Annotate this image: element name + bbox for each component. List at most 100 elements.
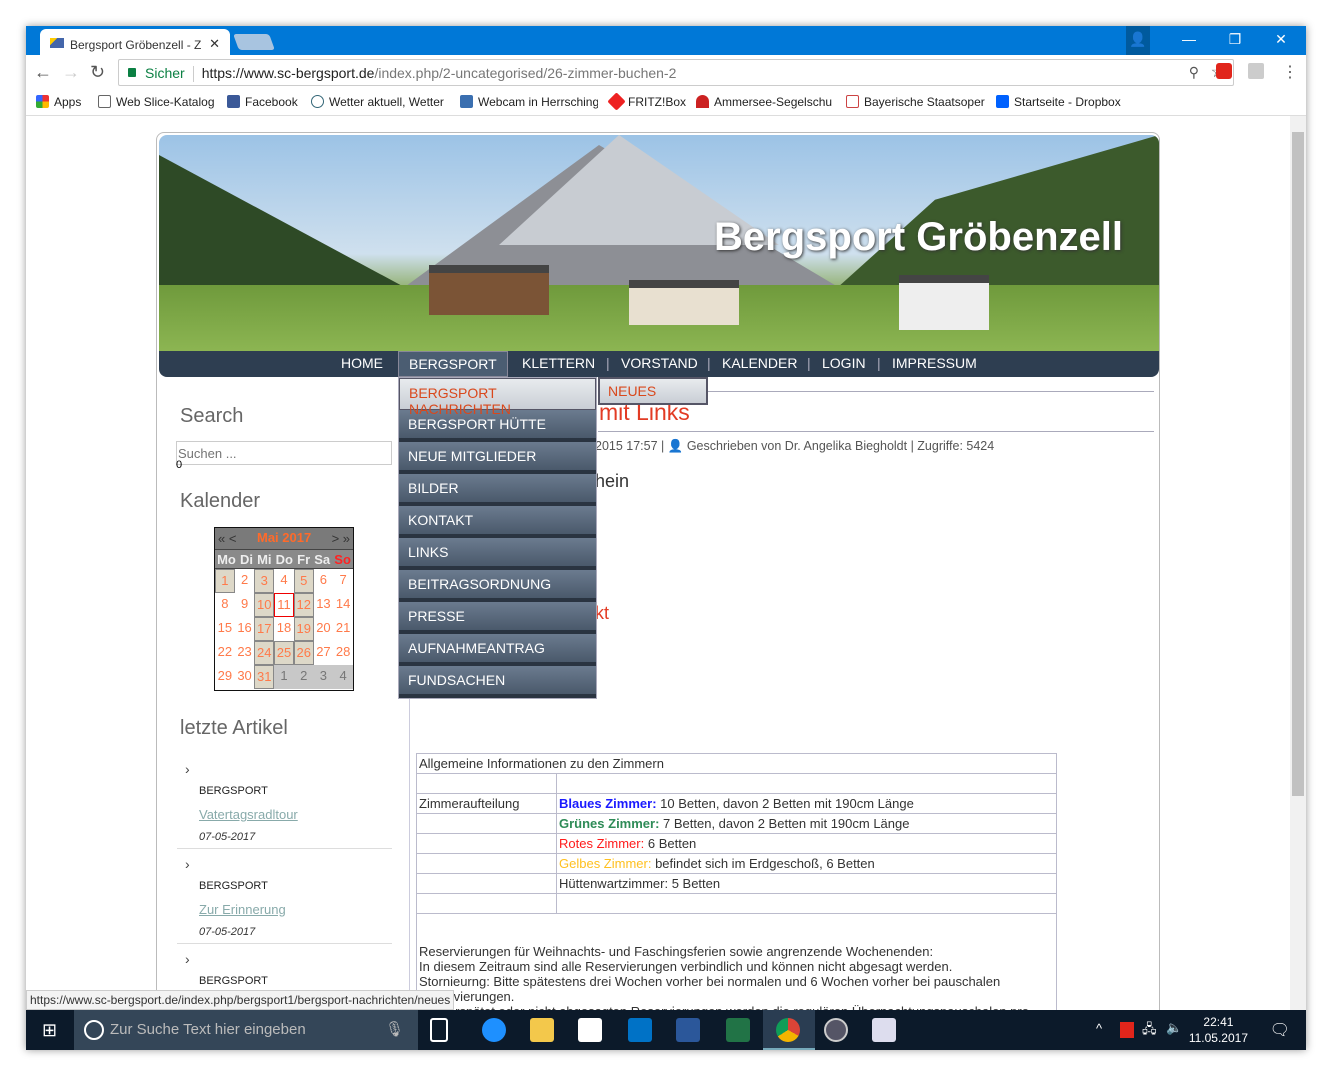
- edge-icon[interactable]: [482, 1018, 506, 1042]
- app-icon[interactable]: [872, 1018, 896, 1042]
- address-bar[interactable]: Sicher https://www.sc-bergsport.de/index.…: [118, 59, 1234, 86]
- maximize-button[interactable]: ❐: [1212, 26, 1258, 55]
- key-icon[interactable]: ⚲: [1189, 64, 1199, 81]
- calendar-day[interactable]: 29: [215, 665, 235, 689]
- clock[interactable]: 22:41 11.05.2017: [1189, 1014, 1248, 1046]
- calendar-day[interactable]: 11: [274, 593, 294, 617]
- vpn-icon[interactable]: [824, 1018, 848, 1042]
- calendar-day[interactable]: 4: [333, 665, 353, 689]
- calendar-day[interactable]: 20: [314, 617, 334, 641]
- bookmark-web-slice[interactable]: Web Slice-Katalog: [98, 95, 215, 109]
- calendar-day[interactable]: 24: [254, 641, 275, 665]
- dropdown-item[interactable]: AUFNAHMEANTRAG: [399, 634, 596, 666]
- calendar-day[interactable]: 8: [215, 593, 235, 617]
- search-input[interactable]: [176, 441, 392, 465]
- calendar-day[interactable]: 9: [235, 593, 255, 617]
- close-window-button[interactable]: ✕: [1258, 26, 1304, 55]
- calendar-day[interactable]: 14: [333, 593, 353, 617]
- notifications-icon[interactable]: 🗨: [1270, 1020, 1290, 1040]
- nav-klettern[interactable]: KLETTERN: [522, 355, 595, 371]
- new-tab-button[interactable]: [233, 34, 275, 50]
- taskbar-search[interactable]: Zur Suche Text hier eingeben 🎙: [74, 1010, 418, 1050]
- dropdown-item[interactable]: BILDER: [399, 474, 596, 506]
- nav-bergsport[interactable]: BERGSPORT: [398, 351, 508, 377]
- calendar-day[interactable]: 1: [274, 665, 294, 689]
- dropdown-item[interactable]: BERGSPORT NACHRICHTEN: [399, 378, 596, 417]
- tray-chevron-icon[interactable]: ^: [1096, 1021, 1102, 1036]
- bookmark-facebook[interactable]: Facebook: [227, 95, 298, 109]
- calendar-day[interactable]: 16: [235, 617, 255, 641]
- calendar-day[interactable]: 6: [314, 569, 334, 593]
- menu-icon[interactable]: ⋮: [1282, 62, 1298, 82]
- nav-home[interactable]: HOME: [341, 355, 383, 371]
- calendar-prev-button[interactable]: « <: [218, 531, 236, 546]
- chrome-icon[interactable]: [776, 1018, 800, 1042]
- calendar-day[interactable]: 2: [293, 665, 314, 689]
- back-icon[interactable]: ←: [34, 62, 52, 83]
- calendar-day[interactable]: 22: [215, 641, 235, 665]
- store-icon[interactable]: [578, 1018, 602, 1042]
- calendar-day[interactable]: 13: [314, 593, 334, 617]
- dropdown-item[interactable]: FUNDSACHEN: [399, 666, 596, 698]
- forward-icon[interactable]: →: [62, 62, 80, 83]
- bookmark-dropbox[interactable]: Startseite - Dropbox: [996, 95, 1121, 109]
- minimize-button[interactable]: —: [1166, 26, 1212, 55]
- outlook-icon[interactable]: [628, 1018, 652, 1042]
- calendar-day[interactable]: 25: [274, 641, 294, 665]
- calendar-day[interactable]: 4: [274, 569, 294, 593]
- calendar-day[interactable]: 28: [333, 641, 353, 665]
- calendar-day[interactable]: 5: [293, 569, 314, 593]
- article-link[interactable]: kt: [595, 603, 609, 624]
- dropdown-item[interactable]: KONTAKT: [399, 506, 596, 538]
- calendar-day[interactable]: 21: [333, 617, 353, 641]
- file-explorer-icon[interactable]: [530, 1018, 554, 1042]
- task-view-icon[interactable]: [430, 1018, 448, 1042]
- article-link[interactable]: Zur Erinnerung: [199, 902, 286, 917]
- nav-vorstand[interactable]: VORSTAND: [621, 355, 698, 371]
- microphone-icon[interactable]: 🎙: [385, 1020, 404, 1038]
- calendar-day[interactable]: 26: [293, 641, 314, 665]
- calendar-day[interactable]: 7: [333, 569, 353, 593]
- browser-tab[interactable]: Bergsport Gröbenzell - Z ✕: [40, 29, 230, 55]
- windows-start-icon[interactable]: ⊞: [42, 1020, 57, 1041]
- calendar-day[interactable]: 18: [274, 617, 294, 641]
- calendar-day[interactable]: 2: [235, 569, 255, 593]
- volume-icon[interactable]: 🔈: [1166, 1020, 1182, 1036]
- article-link[interactable]: Vatertagsradltour: [199, 807, 298, 822]
- calendar-day[interactable]: 23: [235, 641, 255, 665]
- network-icon[interactable]: 🖧: [1142, 1020, 1157, 1042]
- dropdown-item[interactable]: LINKS: [399, 538, 596, 570]
- pdf-extension-icon[interactable]: [1248, 63, 1264, 79]
- dropdown-item[interactable]: PRESSE: [399, 602, 596, 634]
- bookmark-apps[interactable]: Apps: [36, 95, 81, 109]
- chevron-right-icon[interactable]: ›: [185, 856, 190, 872]
- calendar-day[interactable]: 31: [254, 665, 275, 689]
- excel-icon[interactable]: [726, 1018, 750, 1042]
- calendar-day[interactable]: 10: [254, 593, 275, 617]
- calendar-day[interactable]: 19: [293, 617, 314, 641]
- nav-login[interactable]: LOGIN: [822, 355, 866, 371]
- chevron-right-icon[interactable]: ›: [185, 951, 190, 967]
- calendar-day[interactable]: 3: [254, 569, 275, 593]
- calendar-day[interactable]: 30: [235, 665, 255, 689]
- nav-kalender[interactable]: KALENDER: [722, 355, 797, 371]
- calendar-day[interactable]: 27: [314, 641, 334, 665]
- submenu-neues[interactable]: NEUES: [598, 377, 708, 405]
- calendar-day[interactable]: 15: [215, 617, 235, 641]
- calendar-day[interactable]: 17: [254, 617, 275, 641]
- dropdown-item[interactable]: NEUE MITGLIEDER: [399, 442, 596, 474]
- close-tab-icon[interactable]: ✕: [209, 36, 220, 52]
- calendar-next-button[interactable]: > »: [332, 531, 350, 546]
- word-icon[interactable]: [676, 1018, 700, 1042]
- bookmark-wetter[interactable]: Wetter aktuell, Wetter: [311, 95, 446, 109]
- acrobat-tray-icon[interactable]: [1120, 1022, 1134, 1038]
- acrobat-extension-icon[interactable]: [1216, 63, 1232, 79]
- bookmark-webcam[interactable]: Webcam in Herrsching: [460, 95, 598, 109]
- nav-impressum[interactable]: IMPRESSUM: [892, 355, 977, 371]
- dropdown-item[interactable]: BEITRAGSORDNUNG: [399, 570, 596, 602]
- profile-icon[interactable]: 👤: [1126, 26, 1150, 55]
- chevron-right-icon[interactable]: ›: [185, 761, 190, 777]
- calendar-day[interactable]: 12: [293, 593, 314, 617]
- calendar-day[interactable]: 3: [313, 665, 334, 689]
- bookmark-fritzbox[interactable]: FRITZ!Box: [607, 92, 686, 111]
